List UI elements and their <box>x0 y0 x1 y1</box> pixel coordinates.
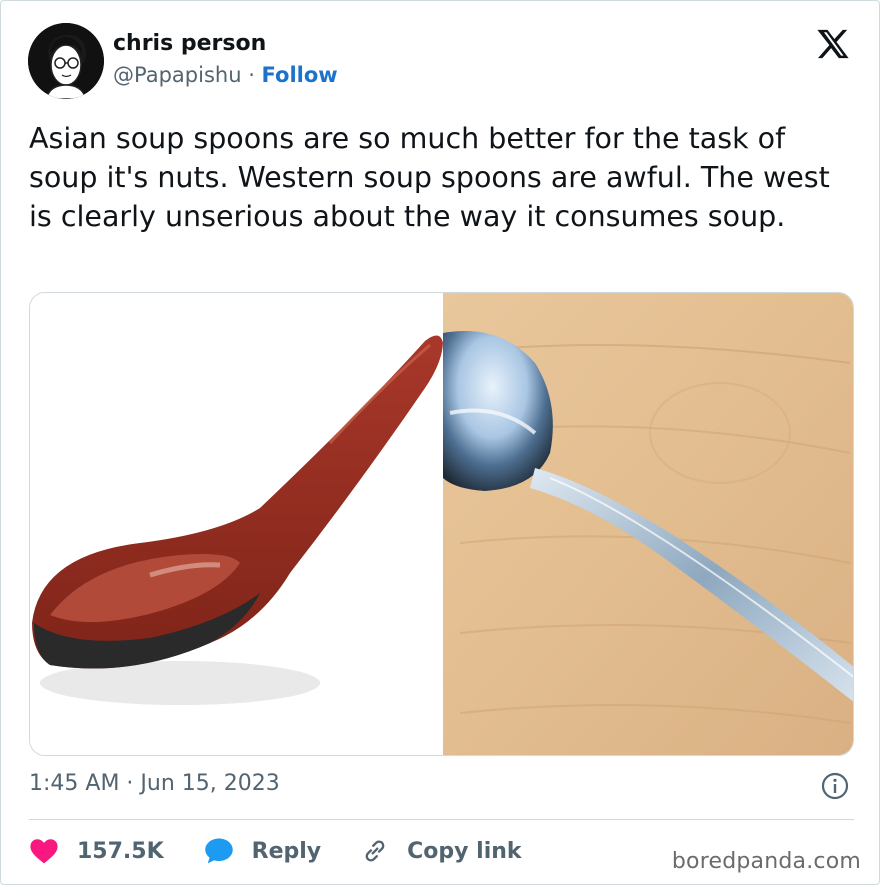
copy-link-button[interactable]: Copy link <box>361 837 522 865</box>
tweet-actions: 157.5K Reply Copy link <box>29 833 562 869</box>
avatar-illustration <box>28 23 104 99</box>
tweet-card: chris person @Papapishu · Follow Asian s… <box>0 0 880 885</box>
avatar[interactable] <box>28 23 104 99</box>
like-button[interactable]: 157.5K <box>29 838 164 864</box>
follow-button[interactable]: Follow <box>262 63 338 87</box>
handle-row: @Papapishu · Follow <box>113 63 338 87</box>
media-illustration <box>30 293 853 755</box>
likes-count: 157.5K <box>77 838 164 864</box>
info-icon[interactable] <box>821 772 849 800</box>
x-logo-icon[interactable] <box>815 27 851 61</box>
reply-button[interactable]: Reply <box>204 837 322 865</box>
reply-bubble-icon <box>204 838 233 864</box>
divider <box>29 819 854 820</box>
western-soup-spoon-image <box>443 293 853 755</box>
separator: · <box>241 63 262 87</box>
copy-link-label: Copy link <box>407 838 522 864</box>
tweet-media[interactable] <box>29 292 854 756</box>
watermark: boredpanda.com <box>671 849 861 874</box>
reply-label: Reply <box>251 838 322 864</box>
asian-soup-spoon-image <box>30 293 443 755</box>
tweet-text: Asian soup spoons are so much better for… <box>29 122 830 233</box>
display-name[interactable]: chris person <box>113 31 266 56</box>
heart-icon <box>30 839 58 864</box>
tweet-timestamp[interactable]: 1:45 AM · Jun 15, 2023 <box>29 771 280 796</box>
link-icon <box>365 840 385 862</box>
handle[interactable]: @Papapishu <box>113 63 242 87</box>
